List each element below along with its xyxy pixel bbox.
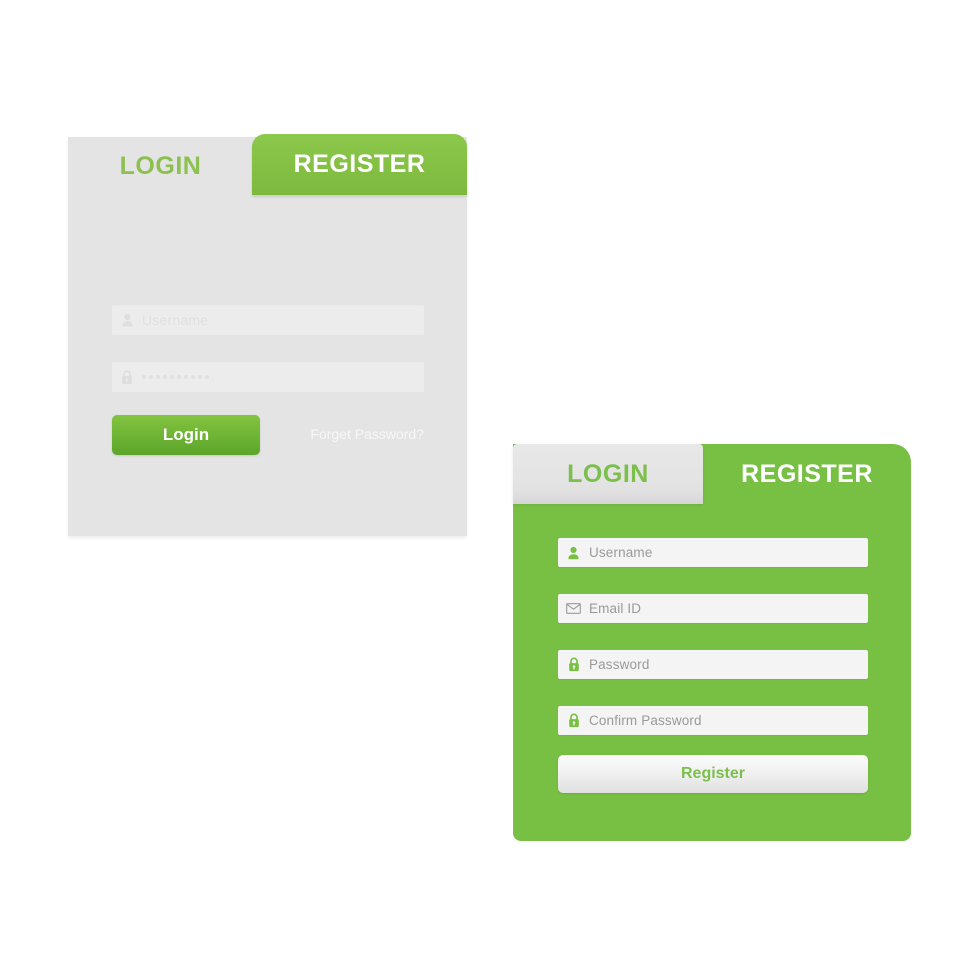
- confirm-password-field[interactable]: Confirm Password: [558, 706, 868, 735]
- tab-register[interactable]: REGISTER: [703, 444, 911, 504]
- login-button[interactable]: Login: [112, 415, 260, 455]
- username-field[interactable]: Username: [558, 538, 868, 567]
- register-card-tabbar: LOGIN REGISTER: [513, 444, 911, 504]
- confirm-password-placeholder: Confirm Password: [589, 713, 702, 728]
- user-icon: [558, 546, 589, 560]
- register-card: LOGIN REGISTER Username Email ID Passwor…: [513, 444, 911, 841]
- register-form-fields: Username Email ID Password Confirm Passw…: [558, 538, 868, 762]
- password-placeholder: Password: [589, 657, 650, 672]
- password-masked-value: [142, 375, 209, 379]
- login-card-tabbar: LOGIN REGISTER: [68, 134, 467, 195]
- username-field[interactable]: Username: [112, 305, 424, 335]
- username-placeholder: Username: [142, 312, 209, 328]
- lock-icon: [112, 370, 142, 385]
- password-field[interactable]: Password: [558, 650, 868, 679]
- tab-login[interactable]: LOGIN: [68, 137, 253, 195]
- password-field[interactable]: [112, 362, 424, 392]
- lock-icon: [558, 713, 589, 728]
- tab-login[interactable]: LOGIN: [513, 444, 703, 504]
- email-placeholder: Email ID: [589, 601, 642, 616]
- lock-icon: [558, 657, 589, 672]
- email-field[interactable]: Email ID: [558, 594, 868, 623]
- tab-register[interactable]: REGISTER: [252, 134, 467, 195]
- register-button[interactable]: Register: [558, 755, 868, 793]
- forget-password-link[interactable]: Forget Password?: [310, 426, 424, 442]
- login-card: LOGIN REGISTER Username Login Forget Pas…: [68, 134, 467, 536]
- login-actions: Login Forget Password?: [112, 415, 424, 455]
- envelope-icon: [558, 603, 589, 614]
- username-placeholder: Username: [589, 545, 653, 560]
- user-icon: [112, 313, 142, 327]
- login-form-fields: Username: [112, 305, 424, 419]
